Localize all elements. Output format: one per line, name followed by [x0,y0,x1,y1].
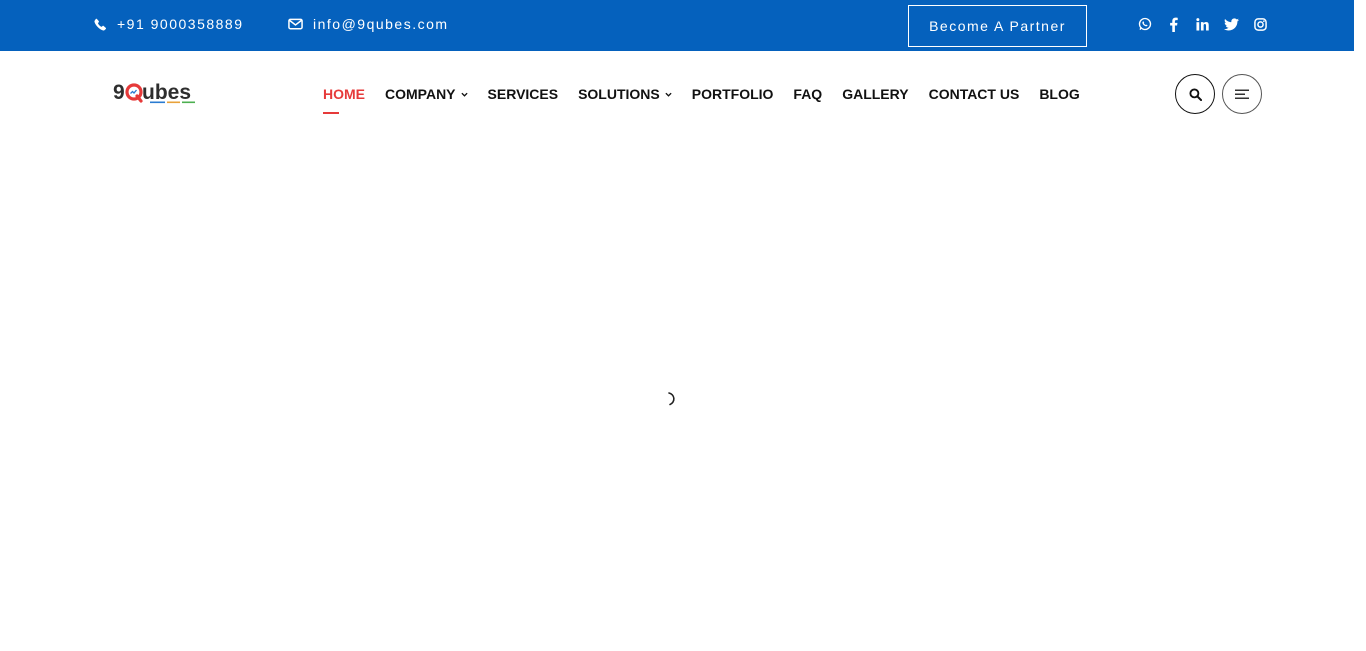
nav-item-home[interactable]: HOME [323,86,365,114]
nav-item-gallery[interactable]: GALLERY [842,86,908,102]
nav-item-blog[interactable]: BLOG [1039,86,1079,102]
svg-text:ubes: ubes [142,81,191,104]
nav-item-label: HOME [323,86,365,102]
nav-item-services[interactable]: SERVICES [488,86,559,102]
nav-item-faq[interactable]: FAQ [793,86,822,102]
email-contact[interactable]: info@9qubes.com [288,0,449,48]
phone-icon [94,18,107,31]
nav-item-label: FAQ [793,86,823,102]
nav-item-label: COMPANY [385,86,456,102]
nav-item-portfolio[interactable]: PORTFOLIO [692,86,774,102]
nav-item-label: SERVICES [487,86,559,102]
envelope-icon [288,18,303,30]
nav-item-label: CONTACT US [928,86,1020,102]
top-bar: +91 9000358889 info@9qubes.com Become A … [0,0,1354,51]
spinner-icon [668,392,675,406]
chevron-down-icon [460,92,468,97]
offcanvas-menu-button[interactable] [1222,74,1262,114]
phone-number: +91 9000358889 [117,16,244,32]
linkedin-icon[interactable] [1188,14,1217,34]
site-logo[interactable]: 9 ubes [113,80,203,108]
social-links [1130,14,1275,34]
whatsapp-icon[interactable] [1130,14,1159,34]
nav-item-label: BLOG [1039,86,1080,102]
nav-item-label: SOLUTIONS [578,86,660,102]
menu-lines-icon [1235,89,1249,99]
become-partner-button[interactable]: Become A Partner [908,5,1087,47]
logo-mark: 9 ubes [113,81,195,104]
nav-item-label: PORTFOLIO [691,86,774,102]
search-icon [1188,87,1202,101]
svg-text:9: 9 [113,81,125,104]
email-address: info@9qubes.com [313,16,449,32]
nav-item-company[interactable]: COMPANY [385,86,468,102]
facebook-icon[interactable] [1159,14,1188,34]
nav-item-contact-us[interactable]: CONTACT US [929,86,1020,102]
instagram-icon[interactable] [1246,14,1275,34]
search-button[interactable] [1175,74,1215,114]
loading-spinner [662,390,678,408]
main-nav: HOME COMPANY SERVICES SOLUTIONS PORTFOLIO FAQ… [323,84,1100,114]
twitter-icon[interactable] [1217,14,1246,34]
chevron-down-icon [665,92,672,97]
nav-item-solutions[interactable]: SOLUTIONS [578,86,672,102]
phone-contact[interactable]: +91 9000358889 [94,0,244,48]
nav-item-label: GALLERY [842,86,909,102]
